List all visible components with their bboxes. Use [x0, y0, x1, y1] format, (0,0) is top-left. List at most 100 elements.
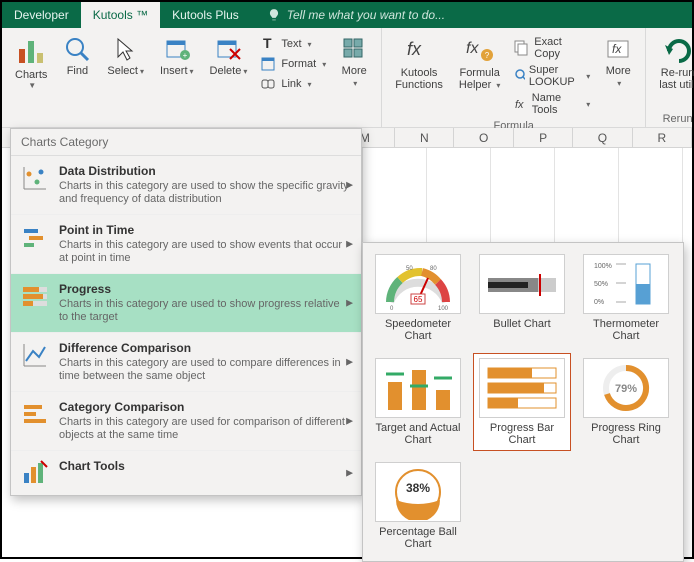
exact-copy-button[interactable]: Exact Copy — [509, 34, 595, 62]
charts-category-title: Charts Category — [11, 129, 361, 156]
svg-text:50%: 50% — [594, 281, 608, 288]
group-label-1 — [8, 111, 375, 125]
select-button[interactable]: Select▾ — [100, 32, 151, 111]
ribbon: Charts ▼ Find Select▾ + Insert▾ Del — [2, 28, 692, 128]
delete-button[interactable]: Delete▾ — [203, 32, 255, 111]
gallery-target-actual[interactable]: Target and Actual Chart — [369, 353, 467, 451]
chevron-right-icon: ▶ — [346, 239, 353, 250]
chevron-right-icon: ▶ — [346, 357, 353, 368]
charts-button[interactable]: Charts ▼ — [8, 32, 54, 111]
redo-icon — [663, 35, 693, 65]
kutools-functions-button[interactable]: fx Kutools Functions — [388, 32, 450, 118]
svg-text:0%: 0% — [594, 299, 604, 306]
gallery-percentage-ball[interactable]: 38% Percentage Ball Chart — [369, 457, 467, 555]
svg-text:fx: fx — [612, 42, 622, 56]
fx-help-icon: fx? — [465, 35, 495, 65]
bulb-icon — [267, 8, 281, 22]
format-menu[interactable]: Format▾ — [256, 54, 331, 74]
svg-text:T: T — [263, 36, 272, 51]
svg-text:fx: fx — [466, 40, 479, 57]
hbar-icon — [21, 400, 49, 428]
group-label-rerun: Rerun — [652, 111, 694, 125]
category-data-distribution[interactable]: Data DistributionCharts in this category… — [11, 156, 361, 215]
search-icon — [63, 35, 91, 63]
progress-icon — [21, 282, 49, 310]
more-button-2[interactable]: fx More▾ — [597, 32, 639, 118]
text-menu[interactable]: TText▾ — [256, 34, 331, 54]
gallery-speedometer[interactable]: 65 0 50 80 100 Speedometer Chart — [369, 249, 467, 347]
gallery-progress-bar[interactable]: Progress Bar Chart — [473, 353, 571, 451]
svg-text:38%: 38% — [406, 481, 430, 495]
bullet-thumb-icon — [482, 256, 562, 312]
chevron-down-icon: ▼ — [28, 81, 36, 90]
fx-box-icon: fx — [604, 35, 632, 63]
progress-chart-gallery: 65 0 50 80 100 Speedometer Chart Bullet … — [362, 242, 684, 562]
chevron-right-icon: ▶ — [346, 180, 353, 191]
title-bar: Developer Kutools ™ Kutools Plus Tell me… — [2, 2, 692, 28]
col-head[interactable]: Q — [573, 128, 632, 147]
lookup-icon — [514, 68, 525, 84]
gallery-thermometer[interactable]: 100% 50% 0% Thermometer Chart — [577, 249, 675, 347]
ball-thumb-icon: 38% — [378, 464, 458, 520]
cursor-icon — [112, 35, 140, 63]
grid-icon — [340, 35, 368, 63]
ring-thumb-icon: 79% — [586, 360, 666, 416]
category-progress[interactable]: ProgressCharts in this category are used… — [11, 274, 361, 333]
link-icon — [261, 76, 277, 92]
col-head[interactable]: R — [633, 128, 692, 147]
link-menu[interactable]: Link▾ — [256, 74, 331, 94]
col-head[interactable]: N — [395, 128, 454, 147]
progress-bar-thumb-icon — [482, 360, 562, 416]
tab-kutools-plus[interactable]: Kutools Plus — [160, 2, 251, 28]
insert-icon: + — [163, 35, 191, 63]
more-button-1[interactable]: More▾ — [333, 32, 375, 111]
target-actual-thumb-icon — [378, 360, 458, 416]
bar-chart-icon — [15, 35, 47, 67]
category-difference-comparison[interactable]: Difference ComparisonCharts in this cate… — [11, 333, 361, 392]
thermometer-thumb-icon: 100% 50% 0% — [586, 256, 666, 312]
chart-tools-icon — [21, 459, 49, 487]
gallery-bullet[interactable]: Bullet Chart — [473, 249, 571, 347]
tell-me-placeholder: Tell me what you want to do... — [287, 8, 445, 22]
speedometer-thumb-icon: 65 0 50 80 100 — [378, 256, 458, 312]
col-head[interactable]: O — [454, 128, 513, 147]
svg-text:79%: 79% — [615, 383, 637, 395]
find-button[interactable]: Find — [56, 32, 98, 111]
timeline-icon — [21, 223, 49, 251]
insert-button[interactable]: + Insert▾ — [153, 32, 201, 111]
chevron-right-icon: ▶ — [346, 416, 353, 427]
rerun-button[interactable]: Re-run last utili — [652, 32, 694, 111]
svg-text:100: 100 — [438, 306, 449, 312]
ribbon-group-formula: fx Kutools Functions fx? Formula Helper … — [382, 28, 646, 127]
svg-text:65: 65 — [414, 295, 423, 304]
tell-me-search[interactable]: Tell me what you want to do... — [251, 2, 445, 28]
svg-text:0: 0 — [390, 306, 394, 312]
scatter-icon — [21, 164, 49, 192]
copy-icon — [514, 40, 530, 56]
gallery-progress-ring[interactable]: 79% Progress Ring Chart — [577, 353, 675, 451]
svg-text:fx: fx — [407, 39, 422, 59]
svg-text:+: + — [182, 51, 187, 60]
delete-icon — [214, 35, 242, 63]
format-icon — [261, 56, 277, 72]
fx-icon: fx — [404, 35, 434, 65]
col-head[interactable]: P — [514, 128, 573, 147]
category-chart-tools[interactable]: Chart Tools ▶ — [11, 451, 361, 495]
svg-text:50: 50 — [406, 266, 413, 272]
name-tools-button[interactable]: fxName Tools▾ — [509, 90, 595, 118]
text-icon: T — [261, 36, 277, 52]
formula-helper-button[interactable]: fx? Formula Helper ▾ — [452, 32, 507, 118]
formula-icon: fx — [514, 96, 527, 112]
diff-icon — [21, 341, 49, 369]
super-lookup-button[interactable]: Super LOOKUP▾ — [509, 62, 595, 90]
ribbon-group-1: Charts ▼ Find Select▾ + Insert▾ Del — [2, 28, 382, 127]
chevron-right-icon: ▶ — [346, 298, 353, 309]
chevron-right-icon: ▶ — [346, 468, 353, 479]
category-category-comparison[interactable]: Category ComparisonCharts in this catego… — [11, 392, 361, 451]
tab-kutools[interactable]: Kutools ™ — [81, 2, 160, 28]
category-point-in-time[interactable]: Point in TimeCharts in this category are… — [11, 215, 361, 274]
ribbon-group-rerun: Re-run last utili Rerun — [646, 28, 694, 127]
tab-developer[interactable]: Developer — [2, 2, 81, 28]
svg-text:80: 80 — [430, 266, 437, 272]
charts-category-menu: Charts Category Data DistributionCharts … — [10, 128, 362, 496]
